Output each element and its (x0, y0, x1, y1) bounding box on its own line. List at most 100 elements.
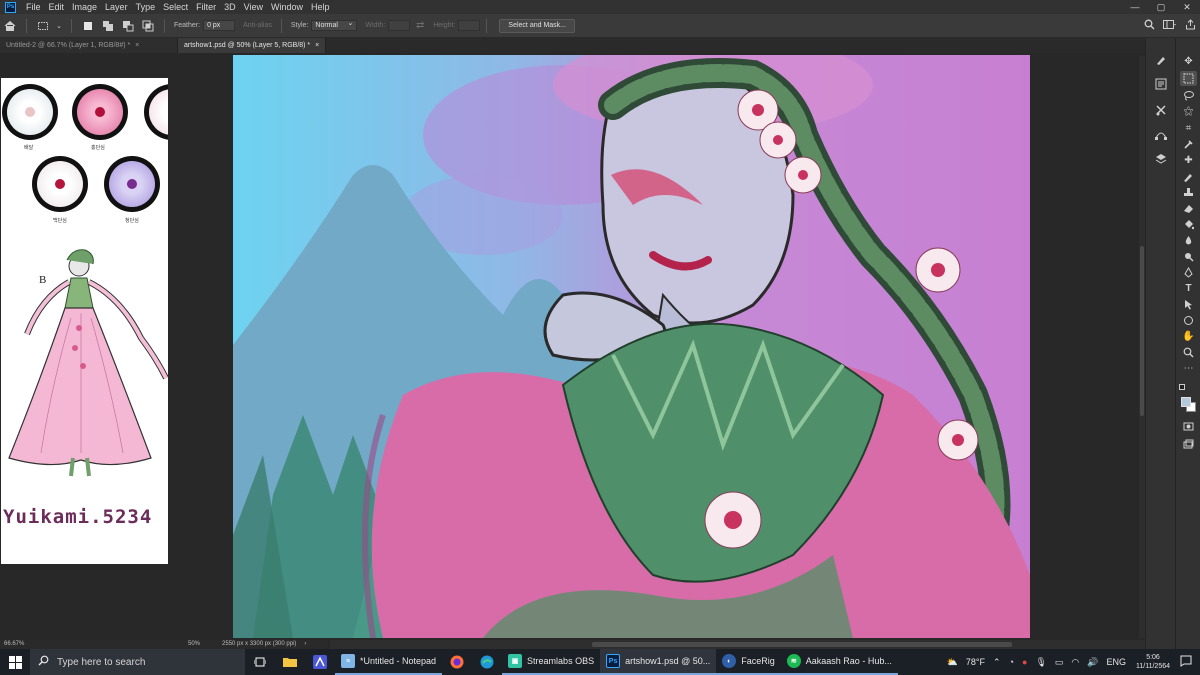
tray-record-icon[interactable]: ● (1022, 657, 1027, 667)
firefox-icon[interactable] (442, 649, 472, 675)
menu-type[interactable]: Type (132, 0, 160, 14)
microphone-icon[interactable]: 🎙 (1035, 657, 1046, 668)
left-document-view[interactable]: 배달 홍단심 백단심 청단심 B Yuikami.5234 (0, 53, 178, 640)
weather-temp[interactable]: 78°F (966, 657, 985, 667)
menu-view[interactable]: View (240, 0, 267, 14)
rect-marquee-preset-icon[interactable] (36, 19, 50, 33)
artwork-canvas[interactable] (233, 55, 1030, 638)
horizontal-scroll-thumb[interactable] (592, 642, 1012, 647)
eraser-tool-icon[interactable] (1180, 201, 1197, 216)
taskbar-app-notepad[interactable]: ≡ *Untitled - Notepad (335, 649, 443, 675)
tray-app-icon[interactable]: ◔ (1009, 657, 1014, 667)
blur-tool-icon[interactable] (1180, 233, 1197, 248)
main-document-view[interactable] (178, 53, 1145, 640)
tab-close-icon[interactable]: × (135, 42, 139, 49)
search-icon[interactable] (1144, 19, 1155, 32)
paint-bucket-tool-icon[interactable] (1180, 217, 1197, 232)
menu-file[interactable]: File (22, 0, 45, 14)
menu-select[interactable]: Select (159, 0, 192, 14)
close-button[interactable]: ✕ (1174, 0, 1200, 14)
swap-icon[interactable]: ⇄ (413, 19, 427, 33)
crop-tool-icon[interactable]: ⌗ (1180, 121, 1197, 136)
vertical-scroll-thumb[interactable] (1140, 246, 1144, 416)
brush-settings-icon[interactable] (1153, 52, 1169, 68)
subtract-selection-icon[interactable] (121, 19, 135, 33)
windows-start-icon[interactable] (0, 649, 30, 675)
tab-close-icon[interactable]: × (315, 42, 319, 49)
taskbar-app-streamlabs[interactable]: ▣ Streamlabs OBS (502, 649, 601, 675)
task-view-icon[interactable] (245, 649, 275, 675)
properties-icon[interactable] (1153, 76, 1169, 92)
maximize-button[interactable]: ▢ (1148, 0, 1174, 14)
height-input[interactable] (458, 20, 481, 31)
paths-icon[interactable] (1153, 126, 1169, 142)
lasso-tool-icon[interactable] (1180, 88, 1197, 103)
width-input[interactable] (388, 20, 411, 31)
battery-icon[interactable]: ▭ (1055, 657, 1064, 668)
tab-untitled-2[interactable]: Untitled-2 @ 66.7% (Layer 1, RGB/8#) * × (0, 38, 178, 53)
taskbar-search-box[interactable]: Type here to search (30, 649, 245, 675)
taskbar-app-spotify[interactable]: ≋ Aakaash Rao - Hub... (780, 649, 898, 675)
eyedropper-tool-icon[interactable] (1180, 137, 1197, 152)
spotify-icon: ≋ (786, 654, 801, 668)
antialias-checkbox[interactable]: Anti-alias (243, 22, 272, 29)
default-colors-icon[interactable] (1179, 384, 1185, 390)
type-tool-icon[interactable]: T (1180, 281, 1197, 296)
menu-3d[interactable]: 3D (220, 0, 240, 14)
edge-icon[interactable] (472, 649, 502, 675)
menu-layer[interactable]: Layer (101, 0, 132, 14)
network-icon[interactable]: ◠ (1071, 657, 1079, 668)
intersect-selection-icon[interactable] (141, 19, 155, 33)
share-icon[interactable] (1185, 19, 1196, 32)
paint-app-icon[interactable] (305, 649, 335, 675)
minimize-button[interactable]: — (1122, 0, 1148, 14)
select-and-mask-button[interactable]: Select and Mask... (499, 18, 576, 33)
add-selection-icon[interactable] (101, 19, 115, 33)
workspace-icon[interactable] (1163, 19, 1177, 32)
tab-artshow1[interactable]: artshow1.psd @ 50% (Layer 5, RGB/8) * × (178, 38, 327, 53)
main-zoom-status[interactable]: 50% (178, 640, 200, 649)
flower-redcenter-swatch (32, 156, 88, 212)
stamp-tool-icon[interactable] (1180, 185, 1197, 200)
menu-edit[interactable]: Edit (45, 0, 69, 14)
more-tools-icon[interactable]: ⋯ (1180, 361, 1197, 376)
photoshop-logo[interactable]: Ps (5, 1, 16, 13)
move-tool-icon[interactable]: ✥ (1180, 54, 1197, 69)
taskbar-clock[interactable]: 5:06 11/11/2564 (1136, 653, 1170, 671)
zoom-tool-icon[interactable] (1180, 345, 1197, 360)
dodge-tool-icon[interactable] (1180, 249, 1197, 264)
screen-mode-icon[interactable] (1180, 437, 1197, 452)
pen-tool-icon[interactable] (1180, 265, 1197, 280)
magic-wand-tool-icon[interactable]: ⚝ (1180, 104, 1197, 119)
hand-tool-icon[interactable]: ✋ (1180, 329, 1197, 344)
weather-icon[interactable]: ⛅ (947, 657, 958, 668)
home-icon[interactable] (3, 19, 17, 33)
taskbar-app-photoshop[interactable]: Ps artshow1.psd @ 50... (600, 649, 717, 675)
left-zoom-status[interactable]: 66.67% (0, 640, 178, 649)
feather-input[interactable]: 0 px (203, 20, 236, 31)
chevron-down-icon[interactable]: ⌄ (56, 19, 62, 33)
taskbar-app-facerig[interactable]: ◐ FaceRig (716, 649, 781, 675)
healing-brush-tool-icon[interactable]: ✚ (1180, 153, 1197, 168)
foreground-color-swatch[interactable] (1181, 397, 1191, 407)
ellipse-tool-icon[interactable] (1180, 313, 1197, 328)
rect-marquee-tool-icon[interactable] (1180, 71, 1197, 86)
menu-window[interactable]: Window (267, 0, 307, 14)
quick-mask-icon[interactable] (1180, 419, 1197, 434)
notifications-icon[interactable] (1180, 655, 1192, 669)
horizontal-scrollbar[interactable] (330, 640, 1145, 649)
style-select[interactable]: Normal (311, 19, 358, 31)
language-indicator[interactable]: ENG (1106, 657, 1126, 667)
new-selection-icon[interactable] (81, 19, 95, 33)
show-hidden-icons-icon[interactable]: ⌃ (993, 657, 1001, 668)
menu-image[interactable]: Image (68, 0, 101, 14)
volume-icon[interactable]: 🔊 (1087, 657, 1098, 668)
channels-icon[interactable] (1153, 102, 1169, 118)
path-selection-tool-icon[interactable] (1180, 297, 1197, 312)
status-arrow-icon[interactable]: › (296, 640, 306, 649)
menu-help[interactable]: Help (307, 0, 334, 14)
file-explorer-icon[interactable] (275, 649, 305, 675)
brush-tool-icon[interactable] (1180, 169, 1197, 184)
menu-filter[interactable]: Filter (192, 0, 220, 14)
layers-icon[interactable] (1153, 151, 1169, 167)
